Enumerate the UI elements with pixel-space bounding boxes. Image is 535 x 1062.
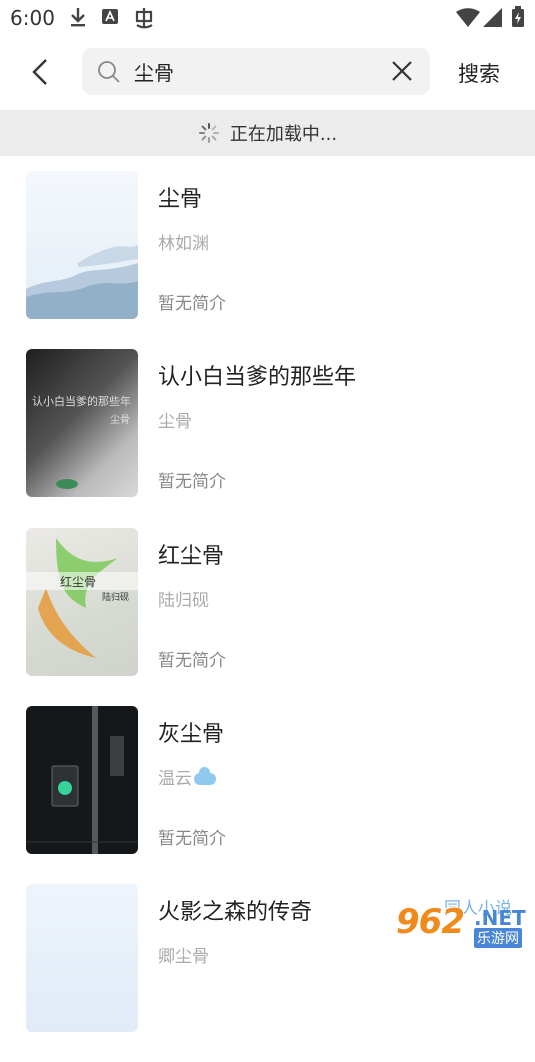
- signal-icon: [483, 8, 503, 32]
- search-icon: [96, 59, 122, 89]
- book-title: 灰尘骨: [158, 722, 225, 747]
- loading-text: 正在加载中...: [229, 124, 338, 145]
- download-icon: [68, 6, 88, 32]
- cover-author: 尘骨: [110, 415, 130, 426]
- close-icon: [392, 61, 412, 81]
- spinner-icon: [198, 123, 219, 143]
- book-cover: 认小白当爹的那些年 尘骨: [26, 349, 138, 497]
- book-cover: [26, 171, 138, 319]
- search-header: 搜索: [0, 36, 535, 108]
- loading-bar: 正在加载中...: [0, 110, 535, 156]
- book-title: 红尘骨: [158, 544, 225, 569]
- back-arrow-icon: [32, 59, 47, 85]
- book-desc: 暂无简介: [158, 651, 226, 671]
- book-cover: 红尘骨 陆归砚: [26, 528, 138, 676]
- book-item[interactable]: 灰尘骨 温云 暂无简介: [0, 706, 535, 884]
- book-author: 温云: [158, 764, 216, 789]
- cover-title: 认小白当爹的那些年: [32, 395, 131, 408]
- book-author-name: 温云: [158, 769, 192, 789]
- search-box[interactable]: [82, 48, 430, 95]
- book-desc: 暂无简介: [158, 472, 226, 492]
- book-item[interactable]: 红尘骨 陆归砚 红尘骨 陆归砚 暂无简介: [0, 528, 535, 706]
- keyboard-icon: [101, 6, 119, 30]
- status-bar: 6:00: [0, 0, 535, 36]
- cover-title: 红尘骨: [60, 575, 97, 589]
- book-author: 陆归砚: [158, 591, 209, 611]
- book-cover: [26, 706, 138, 854]
- watermark: 同人小说 962 .NET 乐游网: [396, 892, 534, 950]
- battery-icon: [511, 6, 525, 32]
- watermark-site: 乐游网: [474, 928, 522, 948]
- bug-icon: [132, 6, 156, 34]
- book-cover: [26, 884, 138, 1032]
- clear-button[interactable]: [390, 59, 414, 87]
- book-desc: 暂无简介: [158, 294, 226, 314]
- cloud-icon: [194, 767, 216, 785]
- book-title: 认小白当爹的那些年: [158, 365, 357, 390]
- book-author: 卿尘骨: [158, 947, 209, 967]
- book-title: 火影之森的传奇: [158, 900, 313, 925]
- book-author: 尘骨: [158, 412, 192, 432]
- wifi-icon: [456, 8, 480, 32]
- search-button[interactable]: 搜索: [458, 58, 500, 88]
- book-item[interactable]: 认小白当爹的那些年 尘骨 认小白当爹的那些年 尘骨 暂无简介: [0, 349, 535, 527]
- book-desc: 暂无简介: [158, 829, 226, 849]
- watermark-logo: 962: [396, 902, 465, 942]
- book-author: 林如渊: [158, 234, 209, 254]
- search-input[interactable]: [134, 57, 374, 85]
- watermark-net: .NET: [474, 906, 526, 930]
- status-time: 6:00: [10, 6, 55, 30]
- book-title: 尘骨: [158, 187, 203, 212]
- book-item[interactable]: 尘骨 林如渊 暂无简介: [0, 171, 535, 349]
- back-button[interactable]: [24, 52, 58, 92]
- cover-author: 陆归砚: [102, 593, 130, 603]
